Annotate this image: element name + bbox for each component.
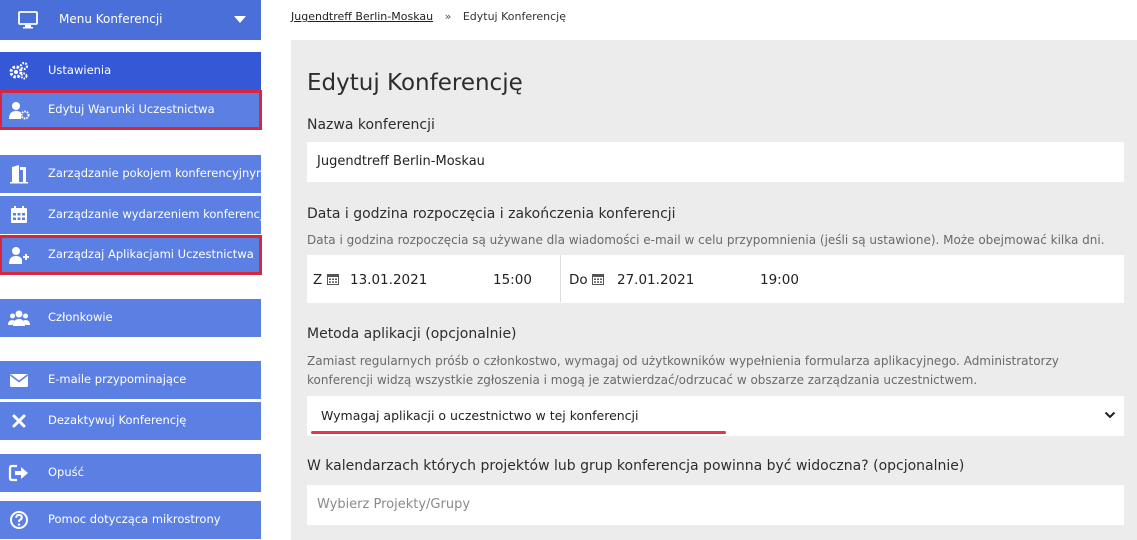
projects-groups-select[interactable]: Wybierz Projekty/Grupy (307, 485, 1124, 525)
sidebar-item-deactivate[interactable]: Dezaktywuj Konferencję (0, 402, 261, 440)
sidebar-item-label: Członkowie (48, 310, 113, 324)
sidebar: Menu Konferencji Ustawienia Edytuj Warun… (0, 0, 267, 540)
chevron-down-icon (234, 16, 246, 23)
sidebar-item-label: Dezaktywuj Konferencję (48, 413, 187, 427)
sidebar-item-label: Zarządzaj Aplikacjami Uczestnictwa (48, 247, 254, 261)
breadcrumb: Jugendtreff Berlin-Moskau » Edytuj Konfe… (291, 10, 566, 23)
start-time-value[interactable]: 15:00 (493, 272, 532, 288)
sidebar-item-help[interactable]: Pomoc dotycząca mikrostrony (0, 501, 261, 539)
application-method-label: Metoda aplikacji (opcjonalnie) (307, 326, 517, 342)
sidebar-item-event-management[interactable]: Zarządzanie wydarzeniem konferencji (0, 196, 266, 234)
help-icon (8, 510, 30, 530)
monitor-icon (18, 11, 38, 29)
conference-name-input[interactable]: Jugendtreff Berlin-Moskau (307, 142, 1124, 182)
sidebar-item-reminder-emails[interactable]: E-maile przypominające (0, 361, 261, 399)
breadcrumb-current: Edytuj Konferencję (462, 10, 567, 23)
sidebar-item-members[interactable]: Członkowie (0, 299, 261, 337)
projects-groups-placeholder: Wybierz Projekty/Grupy (317, 497, 471, 512)
close-icon (8, 411, 30, 431)
sidebar-item-label: Opuść (48, 465, 84, 479)
conference-name-value: Jugendtreff Berlin-Moskau (317, 154, 485, 169)
highlight-underline (311, 431, 726, 434)
dates-help-text: Data i godzina rozpoczęcia są używane dl… (307, 233, 1105, 247)
conference-name-label: Nazwa konferencji (307, 117, 435, 133)
date-range-row (307, 255, 1124, 303)
start-prefix: Z (313, 272, 323, 288)
page-title: Edytuj Konferencję (307, 70, 523, 96)
sign-out-icon (8, 463, 30, 483)
sidebar-item-label: Zarządzanie wydarzeniem konferencji (48, 207, 267, 221)
users-icon (8, 308, 30, 328)
end-date-field[interactable]: Do (569, 272, 604, 288)
user-settings-icon (8, 100, 30, 120)
door-icon (8, 164, 30, 184)
user-plus-icon (8, 245, 30, 265)
sidebar-item-settings[interactable]: Ustawienia (0, 52, 261, 90)
breadcrumb-link-conference[interactable]: Jugendtreff Berlin-Moskau (291, 10, 433, 23)
breadcrumb-separator: » (444, 10, 452, 23)
start-date-field[interactable]: Z (313, 272, 339, 288)
application-method-select[interactable]: Wymagaj aplikacji o uczestnictwo w tej k… (307, 396, 1124, 436)
sidebar-item-label: Pomoc dotycząca mikrostrony (48, 512, 221, 526)
start-date-value[interactable]: 13.01.2021 (350, 272, 427, 288)
sidebar-item-label: Edytuj Warunki Uczestnictwa (48, 102, 215, 116)
date-divider (560, 255, 561, 302)
dates-label: Data i godzina rozpoczęcia i zakończenia… (307, 206, 676, 222)
sidebar-item-manage-applications[interactable]: Zarządzaj Aplikacjami Uczestnictwa (0, 235, 262, 275)
sidebar-item-leave[interactable]: Opuść (0, 454, 261, 492)
sidebar-item-label: Zarządzanie pokojem konferencyjnym (48, 166, 268, 180)
menu-header-label: Menu Konferencji (59, 12, 163, 26)
calendars-label: W kalendarzach których projektów lub gru… (307, 458, 965, 474)
gears-icon (8, 61, 30, 81)
envelope-icon (8, 370, 30, 390)
sidebar-item-room-management[interactable]: Zarządzanie pokojem konferencyjnym (0, 155, 267, 193)
application-method-help: Zamiast regularnych próśb o członkostwo,… (307, 354, 1059, 387)
end-date-value[interactable]: 27.01.2021 (617, 272, 694, 288)
application-method-value: Wymagaj aplikacji o uczestnictwo w tej k… (321, 408, 639, 423)
calendar-icon (591, 274, 604, 285)
chevron-down-icon (1104, 411, 1116, 419)
end-time-value[interactable]: 19:00 (760, 272, 799, 288)
sidebar-item-edit-conditions[interactable]: Edytuj Warunki Uczestnictwa (0, 90, 262, 130)
calendar-icon (326, 274, 339, 285)
end-prefix: Do (569, 272, 588, 288)
calendar-icon (8, 205, 30, 225)
sidebar-item-label: Ustawienia (48, 63, 112, 77)
conference-menu-toggle[interactable]: Menu Konferencji (0, 0, 261, 40)
sidebar-item-label: E-maile przypominające (48, 372, 187, 386)
